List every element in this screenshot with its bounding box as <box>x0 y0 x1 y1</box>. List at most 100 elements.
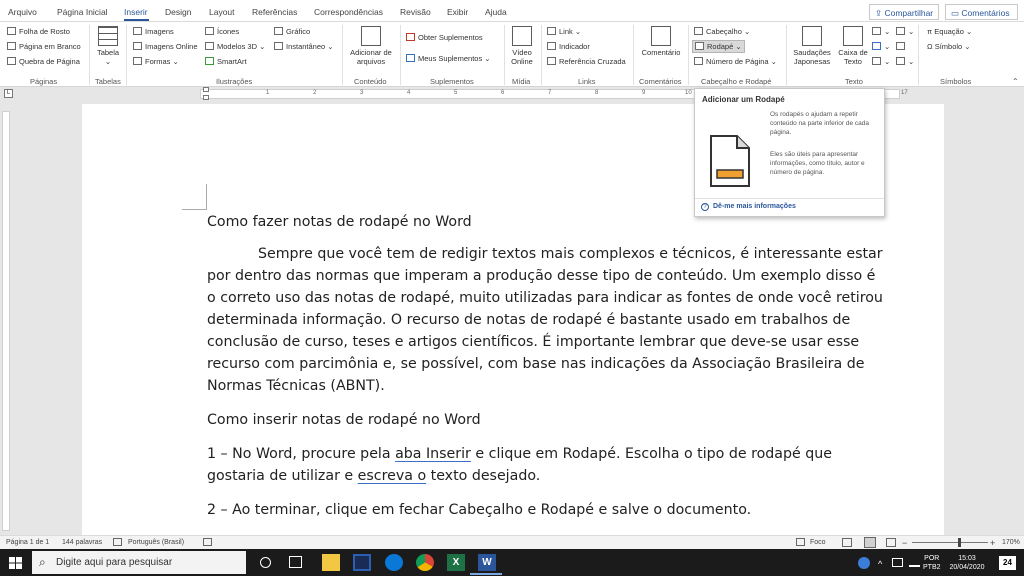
first-line-indent-marker[interactable] <box>203 87 209 92</box>
collapse-ribbon-icon[interactable]: ⌃ <box>1012 77 1019 86</box>
tab-pagina-inicial[interactable]: Página Inicial <box>57 7 108 17</box>
edge-icon[interactable] <box>385 554 403 571</box>
shapes-button[interactable]: Formas ⌄ <box>133 57 179 66</box>
learn-more-link[interactable]: ? Dê-me mais informações <box>701 203 796 211</box>
tab-exibir[interactable]: Exibir <box>447 7 468 17</box>
chevron-up-icon[interactable]: ^ <box>878 559 882 569</box>
zoom-slider-thumb[interactable] <box>958 538 961 547</box>
3d-models-button[interactable]: Modelos 3D ⌄ <box>205 42 265 51</box>
tab-revisao[interactable]: Revisão <box>400 7 431 17</box>
page-number-button[interactable]: Número de Página ⌄ <box>694 57 777 66</box>
paragraph-line[interactable]: recurso com parcimônia e, se possível, c… <box>207 354 864 376</box>
word-icon[interactable]: W <box>478 554 496 571</box>
page-break-button[interactable]: Quebra de Página <box>7 57 80 66</box>
taskbar-search-box[interactable]: ⌕ Digite aqui para pesquisar <box>32 551 246 574</box>
comments-button[interactable]: ▭ Comentários <box>945 4 1018 20</box>
share-button[interactable]: ⇪ Compartilhar <box>869 4 939 20</box>
date-time-button[interactable] <box>896 42 908 51</box>
zoom-slider[interactable] <box>912 542 988 543</box>
file-explorer-icon[interactable] <box>322 554 340 571</box>
bookmark-button[interactable]: Indicador <box>547 42 590 51</box>
link-button[interactable]: Link ⌄ <box>547 27 581 36</box>
paragraph-line[interactable]: 1 – No Word, procure pela aba Inserir e … <box>207 444 832 466</box>
group-label-suplementos: Suplementos <box>430 77 474 86</box>
chrome-icon[interactable] <box>416 554 434 571</box>
zoom-in-icon[interactable]: + <box>990 538 995 548</box>
hanging-indent-marker[interactable] <box>203 95 209 100</box>
windows-start-icon[interactable] <box>9 557 22 569</box>
tab-referencias[interactable]: Referências <box>252 7 297 17</box>
icons-button[interactable]: Ícones <box>205 27 239 36</box>
blank-page-button[interactable]: Página em Branco <box>7 42 81 51</box>
footer-button[interactable]: Rodapé ⌄ <box>692 40 745 53</box>
tab-layout[interactable]: Layout <box>209 7 235 17</box>
people-icon[interactable] <box>858 557 870 569</box>
tab-inserir[interactable]: Inserir <box>124 7 148 17</box>
japanese-greetings-button[interactable]: Saudações Japonesas <box>790 26 834 66</box>
paragraph-line[interactable]: determinada informação. O recurso de not… <box>207 310 850 332</box>
word-count[interactable]: 144 palavras <box>62 539 102 546</box>
mail-icon[interactable] <box>353 554 371 571</box>
paragraph-line[interactable]: Normas Técnicas (ABNT). <box>207 376 385 398</box>
my-addins-label: Meus Suplementos <box>418 54 483 63</box>
zoom-level[interactable]: 170% <box>1002 539 1020 546</box>
cover-page-button[interactable]: Folha de Rosto <box>7 27 70 36</box>
print-layout-icon[interactable] <box>864 537 876 548</box>
display-icon[interactable] <box>892 558 903 567</box>
read-mode-icon[interactable] <box>842 538 852 547</box>
accessibility-icon[interactable] <box>203 538 212 546</box>
footer-icon <box>695 42 704 50</box>
quick-parts-button[interactable]: ⌄ <box>872 27 890 36</box>
tab-design[interactable]: Design <box>165 7 191 17</box>
get-addins-button[interactable]: Obter Suplementos <box>406 33 483 42</box>
dropcap-button[interactable]: ⌄ <box>872 57 890 66</box>
clock[interactable]: 15:03 20/04/2020 <box>945 554 989 572</box>
signature-line-button[interactable]: ⌄ <box>896 27 914 36</box>
online-images-button[interactable]: Imagens Online <box>133 42 198 51</box>
symbol-button[interactable]: Ω Símbolo ⌄ <box>927 42 971 51</box>
cross-reference-button[interactable]: Referência Cruzada <box>547 57 626 66</box>
tab-correspondencias[interactable]: Correspondências <box>314 7 383 17</box>
paragraph-line[interactable]: o correto uso das notas de rodapé, muito… <box>207 288 883 310</box>
web-layout-icon[interactable] <box>886 538 896 547</box>
cortana-icon[interactable] <box>260 557 271 568</box>
focus-mode-button[interactable]: Foco <box>810 539 826 546</box>
header-button[interactable]: Cabeçalho ⌄ <box>694 27 750 36</box>
input-language[interactable]: POR PTB2 <box>923 554 941 572</box>
tab-arquivo[interactable]: Arquivo <box>8 7 37 17</box>
task-view-icon[interactable] <box>289 556 302 568</box>
zoom-out-icon[interactable]: − <box>902 538 907 548</box>
paragraph-line[interactable]: gostaria de utilizar e escreva o texto d… <box>207 466 540 488</box>
paragraph-line[interactable]: 2 – Ao terminar, clique em fechar Cabeça… <box>207 500 751 522</box>
images-button[interactable]: Imagens <box>133 27 174 36</box>
wordart-button[interactable]: ⌄ <box>872 42 890 51</box>
paragraph-line[interactable]: conclusão de curso, teses e artigos cien… <box>207 332 859 354</box>
paragraph-line[interactable]: por dentro das normas que imperam a prod… <box>207 266 875 288</box>
network-icon[interactable] <box>909 558 920 567</box>
text-box-button[interactable]: Caixa de Texto <box>836 26 870 66</box>
object-button[interactable]: ⌄ <box>896 57 914 66</box>
equation-button[interactable]: π Equação ⌄ <box>927 27 972 36</box>
paragraph-line[interactable]: Sempre que você tem de redigir textos ma… <box>258 244 883 266</box>
chart-label: Gráfico <box>286 27 311 36</box>
screenshot-button[interactable]: Instantâneo ⌄ <box>274 42 334 51</box>
smartart-button[interactable]: SmartArt <box>205 57 247 66</box>
document-subheading[interactable]: Como inserir notas de rodapé no Word <box>207 410 481 432</box>
document-heading[interactable]: Como fazer notas de rodapé no Word <box>207 212 472 234</box>
excel-icon[interactable]: X <box>447 554 465 571</box>
tooltip-title: Adicionar um Rodapé <box>702 95 785 104</box>
tab-selector-icon[interactable]: L <box>4 89 13 98</box>
page-count[interactable]: Página 1 de 1 <box>6 539 49 546</box>
table-button[interactable]: Tabela ⌄ <box>94 26 122 66</box>
chart-button[interactable]: Gráfico <box>274 27 310 36</box>
comment-button[interactable]: Comentário <box>637 26 685 57</box>
language-indicator[interactable]: Português (Brasil) <box>128 539 184 546</box>
my-addins-button[interactable]: Meus Suplementos ⌄ <box>406 54 491 63</box>
notification-badge[interactable]: 24 <box>999 556 1016 570</box>
online-video-button[interactable]: Vídeo Online <box>508 26 536 66</box>
proofing-icon[interactable] <box>113 538 122 546</box>
vertical-ruler[interactable] <box>0 101 12 535</box>
add-from-files-button[interactable]: Adicionar de arquivos <box>346 26 396 66</box>
tab-ajuda[interactable]: Ajuda <box>485 7 507 17</box>
calendar-icon <box>896 42 905 50</box>
